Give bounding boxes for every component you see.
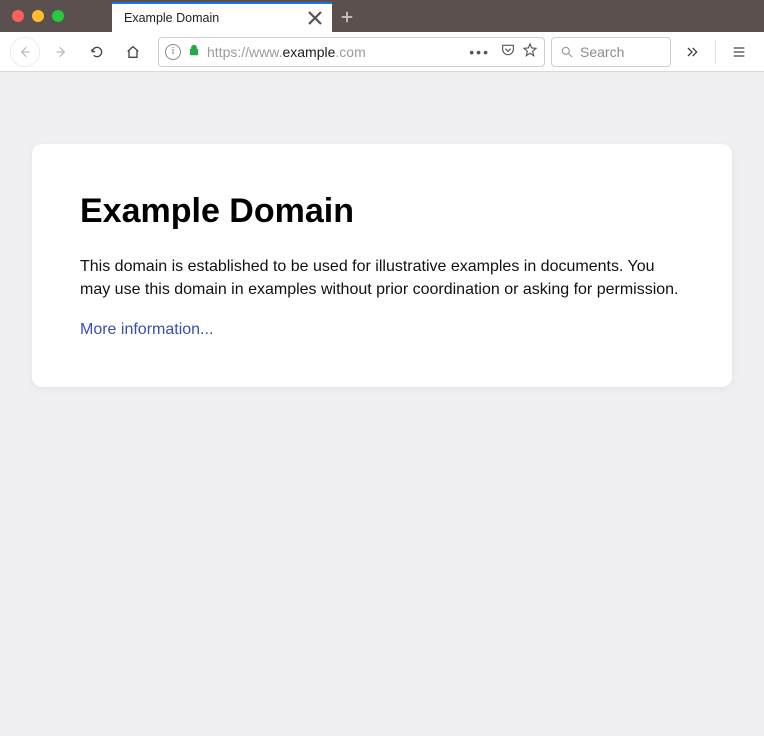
pocket-icon (500, 42, 516, 58)
address-bar[interactable]: i https://www.example.com ••• (158, 37, 545, 67)
url-host: example (282, 44, 335, 60)
arrow-left-icon (17, 44, 33, 60)
overflow-button[interactable] (677, 37, 707, 67)
hamburger-icon (731, 44, 747, 60)
back-button[interactable] (10, 37, 40, 67)
window-controls (0, 0, 76, 32)
page-actions-button[interactable]: ••• (465, 44, 494, 60)
chevrons-right-icon (684, 44, 700, 60)
search-field[interactable]: Search (551, 37, 671, 67)
star-icon (522, 42, 538, 58)
home-icon (125, 44, 141, 60)
address-bar-group: i https://www.example.com ••• Search (158, 37, 671, 67)
search-icon (560, 45, 574, 59)
menu-button[interactable] (724, 37, 754, 67)
reload-icon (89, 44, 105, 60)
bookmark-button[interactable] (522, 42, 538, 61)
url-tld: .com (335, 44, 365, 60)
page-heading: Example Domain (80, 192, 684, 231)
close-tab-button[interactable] (306, 9, 324, 27)
more-information-link[interactable]: More information... (80, 321, 213, 338)
content-card: Example Domain This domain is establishe… (32, 144, 732, 387)
forward-button[interactable] (46, 37, 76, 67)
toolbar-separator (715, 40, 716, 64)
site-info-icon[interactable]: i (165, 44, 181, 60)
pocket-button[interactable] (500, 42, 516, 61)
new-tab-button[interactable] (332, 2, 362, 32)
browser-toolbar: i https://www.example.com ••• Search (0, 32, 764, 72)
browser-tab-active[interactable]: Example Domain (112, 2, 332, 32)
plus-icon (340, 10, 354, 24)
reload-button[interactable] (82, 37, 112, 67)
arrow-right-icon (53, 44, 69, 60)
home-button[interactable] (118, 37, 148, 67)
lock-icon (187, 43, 201, 60)
url-scheme: https://www. (207, 44, 282, 60)
url-text: https://www.example.com (207, 44, 366, 60)
page-viewport: Example Domain This domain is establishe… (0, 144, 764, 736)
tab-strip: Example Domain (76, 0, 362, 32)
close-icon (306, 9, 324, 27)
close-window-button[interactable] (12, 10, 24, 22)
maximize-window-button[interactable] (52, 10, 64, 22)
window-titlebar: Example Domain (0, 0, 764, 32)
minimize-window-button[interactable] (32, 10, 44, 22)
page-paragraph: This domain is established to be used fo… (80, 255, 684, 301)
search-placeholder: Search (580, 44, 624, 60)
tab-title: Example Domain (124, 11, 306, 25)
